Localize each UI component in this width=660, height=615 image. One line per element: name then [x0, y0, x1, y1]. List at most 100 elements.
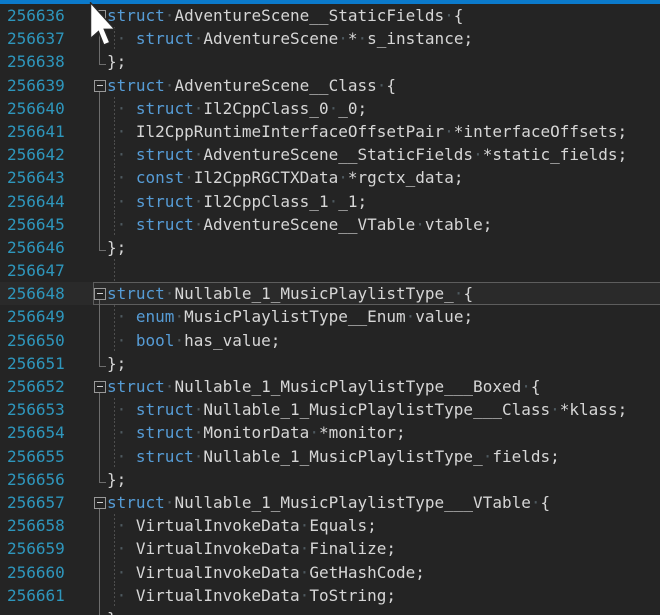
whitespace-dot: ·	[174, 307, 184, 326]
code-text[interactable]: struct·AdventureScene__Class·{	[107, 74, 660, 97]
indent-guide	[114, 329, 115, 352]
code-text[interactable]: };	[107, 236, 660, 259]
minus-glyph	[97, 386, 103, 387]
code-line[interactable]: 256659 · VirtualInvokeData·Finalize;	[0, 537, 660, 560]
fold-collapse-icon[interactable]	[94, 288, 106, 300]
code-line[interactable]: 256660 · VirtualInvokeData·GetHashCode;	[0, 561, 660, 584]
code-token: };	[107, 52, 126, 71]
indent-guide	[114, 421, 115, 444]
code-line[interactable]: 256645 · struct·AdventureScene__VTable·v…	[0, 213, 660, 236]
whitespace-dot: ·	[444, 6, 454, 25]
code-token: {	[454, 6, 464, 25]
code-line[interactable]: 256640 · struct·Il2CppClass_0·_0;	[0, 97, 660, 120]
fold-margin	[80, 421, 107, 444]
code-text[interactable]: struct·Nullable_1_MusicPlaylistType___Bo…	[107, 375, 660, 398]
whitespace-dot: ·	[454, 284, 464, 303]
code-line[interactable]: 256650 · bool·has_value;	[0, 329, 660, 352]
line-number: 256651	[0, 352, 80, 375]
code-line[interactable]: 256646};	[0, 236, 660, 259]
code-lines-area[interactable]: 256636 struct·AdventureScene__StaticField…	[0, 4, 660, 615]
code-token: Nullable_1_MusicPlaylistType___Class	[203, 400, 550, 419]
line-number: 256636	[0, 4, 80, 27]
code-line[interactable]: 256643 · const·Il2CppRGCTXData·*rgctx_da…	[0, 166, 660, 189]
code-text[interactable]: · struct·AdventureScene·*·s_instance;	[107, 27, 660, 50]
code-line[interactable]: 256653 · struct·Nullable_1_MusicPlaylist…	[0, 398, 660, 421]
code-text[interactable]: · struct·Nullable_1_MusicPlaylistType___…	[107, 398, 660, 421]
code-line[interactable]: 256644 · struct·Il2CppClass_1·_1;	[0, 190, 660, 213]
code-text[interactable]: · VirtualInvokeData·Equals;	[107, 514, 660, 537]
code-editor: 256636 struct·AdventureScene__StaticField…	[0, 0, 660, 615]
code-text[interactable]: · struct·Nullable_1_MusicPlaylistType_·f…	[107, 445, 660, 468]
code-line[interactable]: 256651};	[0, 352, 660, 375]
fold-region-line	[99, 50, 100, 65]
code-text[interactable]: struct·Nullable_1_MusicPlaylistType___VT…	[107, 491, 660, 514]
whitespace-dot: ·	[531, 493, 541, 512]
code-line[interactable]: 256661 · VirtualInvokeData·ToString;	[0, 584, 660, 607]
code-line[interactable]: 256658 · VirtualInvokeData·Equals;	[0, 514, 660, 537]
code-text[interactable]: · bool·has_value;	[107, 329, 660, 352]
code-text[interactable]: · struct·MonitorData·*monitor;	[107, 421, 660, 444]
code-text[interactable]: struct·Nullable_1_MusicPlaylistType_·{	[107, 282, 660, 305]
code-line[interactable]: 256656};	[0, 468, 660, 491]
whitespace-dot: ·	[329, 192, 339, 211]
code-token: Nullable_1_MusicPlaylistType_	[174, 284, 453, 303]
indent-guide	[114, 120, 115, 143]
code-token: MonitorData	[203, 423, 309, 442]
fold-margin	[80, 50, 107, 73]
fold-collapse-icon[interactable]	[94, 10, 106, 22]
code-line[interactable]: 256657struct·Nullable_1_MusicPlaylistTyp…	[0, 491, 660, 514]
code-line[interactable]: 256652struct·Nullable_1_MusicPlaylistTyp…	[0, 375, 660, 398]
code-token: VirtualInvokeData	[136, 539, 300, 558]
code-text[interactable]: };	[107, 352, 660, 375]
code-text[interactable]: · VirtualInvokeData·ToString;	[107, 584, 660, 607]
code-text[interactable]: · struct·Il2CppClass_1·_1;	[107, 190, 660, 213]
fold-collapse-icon[interactable]	[94, 497, 106, 509]
code-text[interactable]: · struct·AdventureScene__VTable·vtable;	[107, 213, 660, 236]
code-text[interactable]: };	[107, 607, 660, 615]
code-text[interactable]: · const·Il2CppRGCTXData·*rgctx_data;	[107, 166, 660, 189]
fold-collapse-icon[interactable]	[94, 381, 106, 393]
fold-margin	[80, 561, 107, 584]
code-line[interactable]: 256641 · Il2CppRuntimeInterfaceOffsetPai…	[0, 120, 660, 143]
fold-collapse-icon[interactable]	[94, 80, 106, 92]
fold-region-line	[99, 143, 100, 166]
line-number: 256643	[0, 166, 80, 189]
line-number: 256658	[0, 514, 80, 537]
code-line[interactable]: 256648struct·Nullable_1_MusicPlaylistTyp…	[0, 282, 660, 305]
code-text[interactable]: · VirtualInvokeData·GetHashCode;	[107, 561, 660, 584]
code-text[interactable]: · struct·AdventureScene__StaticFields·*s…	[107, 143, 660, 166]
code-text[interactable]: };	[107, 468, 660, 491]
code-token: AdventureScene__VTable	[203, 215, 415, 234]
whitespace-dot: ·	[184, 168, 194, 187]
whitespace-dot: ·	[338, 168, 348, 187]
keyword-token: struct	[136, 29, 194, 48]
keyword-token: struct	[107, 76, 165, 95]
code-token: {	[541, 493, 551, 512]
code-line[interactable]: 256639struct·AdventureScene__Class·{	[0, 74, 660, 97]
code-line[interactable]: 256655 · struct·Nullable_1_MusicPlaylist…	[0, 445, 660, 468]
whitespace-dot: ·	[165, 284, 175, 303]
whitespace-dots: ·	[107, 331, 136, 350]
code-text[interactable]: };	[107, 50, 660, 73]
line-number: 256656	[0, 468, 80, 491]
code-line[interactable]: 256638};	[0, 50, 660, 73]
code-text[interactable]: · struct·Il2CppClass_0·_0;	[107, 97, 660, 120]
code-token: fields;	[492, 447, 559, 466]
code-token: VirtualInvokeData	[136, 586, 300, 605]
code-line[interactable]: };	[0, 607, 660, 615]
code-text[interactable]: struct·AdventureScene__StaticFields·{	[107, 4, 660, 27]
fold-region-line	[99, 421, 100, 444]
code-text[interactable]	[107, 259, 660, 282]
code-line[interactable]: 256637 · struct·AdventureScene·*·s_insta…	[0, 27, 660, 50]
code-text[interactable]: · VirtualInvokeData·Finalize;	[107, 537, 660, 560]
code-line[interactable]: 256649 · enum·MusicPlaylistType__Enum·va…	[0, 305, 660, 328]
code-line[interactable]: 256647	[0, 259, 660, 282]
code-line[interactable]: 256636 struct·AdventureScene__StaticField…	[0, 4, 660, 27]
code-token: };	[107, 238, 126, 257]
code-text[interactable]: · enum·MusicPlaylistType__Enum·value;	[107, 305, 660, 328]
code-token: MusicPlaylistType__Enum	[184, 307, 406, 326]
code-text[interactable]: · Il2CppRuntimeInterfaceOffsetPair·*inte…	[107, 120, 660, 143]
code-line[interactable]: 256654 · struct·MonitorData·*monitor;	[0, 421, 660, 444]
fold-region-line	[99, 584, 100, 607]
code-line[interactable]: 256642 · struct·AdventureScene__StaticFi…	[0, 143, 660, 166]
